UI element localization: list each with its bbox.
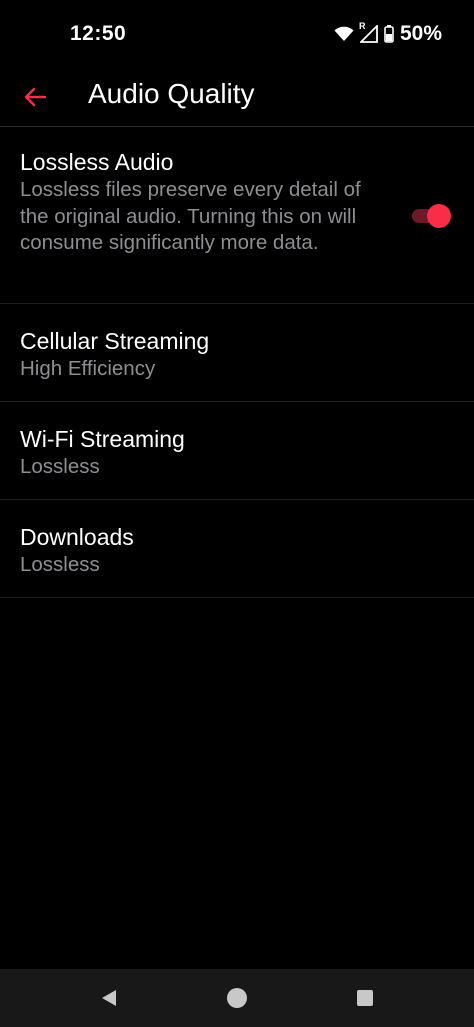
nav-back-icon <box>99 988 119 1008</box>
lossless-audio-row[interactable]: Lossless Audio Lossless files preserve e… <box>0 127 474 304</box>
downloads-row[interactable]: Downloads Lossless <box>0 500 474 598</box>
wifi-streaming-title: Wi-Fi Streaming <box>20 426 185 452</box>
page-title: Audio Quality <box>88 78 255 109</box>
toggle-thumb <box>427 204 451 228</box>
lossless-audio-description: Lossless files preserve every detail of … <box>20 178 361 254</box>
downloads-value: Lossless <box>20 553 100 576</box>
wifi-icon <box>334 26 354 42</box>
nav-home-icon <box>226 987 248 1009</box>
status-time: 12:50 <box>70 22 127 45</box>
nav-recents-button[interactable] <box>353 986 377 1010</box>
nav-recents-icon <box>356 989 374 1007</box>
lossless-audio-title: Lossless Audio <box>20 149 174 175</box>
wifi-streaming-value: Lossless <box>20 455 100 478</box>
nav-home-button[interactable] <box>225 986 249 1010</box>
settings-list: Lossless Audio Lossless files preserve e… <box>0 127 474 598</box>
signal-roaming-icon: R <box>359 21 378 43</box>
cellular-streaming-title: Cellular Streaming <box>20 328 210 354</box>
wifi-streaming-row[interactable]: Wi-Fi Streaming Lossless <box>0 402 474 500</box>
battery-icon <box>384 25 394 43</box>
status-icons: R 50% <box>334 21 442 46</box>
arrow-left-icon <box>23 87 47 107</box>
cellular-streaming-value: High Efficiency <box>20 357 156 380</box>
nav-back-button[interactable] <box>97 986 121 1010</box>
battery-percent: 50% <box>399 22 442 45</box>
downloads-title: Downloads <box>20 524 134 550</box>
cellular-streaming-row[interactable]: Cellular Streaming High Efficiency <box>0 304 474 402</box>
roaming-marker: R <box>358 21 366 31</box>
app-bar: Audio Quality <box>0 72 474 127</box>
lossless-audio-toggle[interactable] <box>410 204 451 228</box>
status-bar: 12:50 R 50% <box>0 0 474 72</box>
back-button[interactable] <box>18 80 52 114</box>
system-nav-bar <box>0 969 474 1027</box>
